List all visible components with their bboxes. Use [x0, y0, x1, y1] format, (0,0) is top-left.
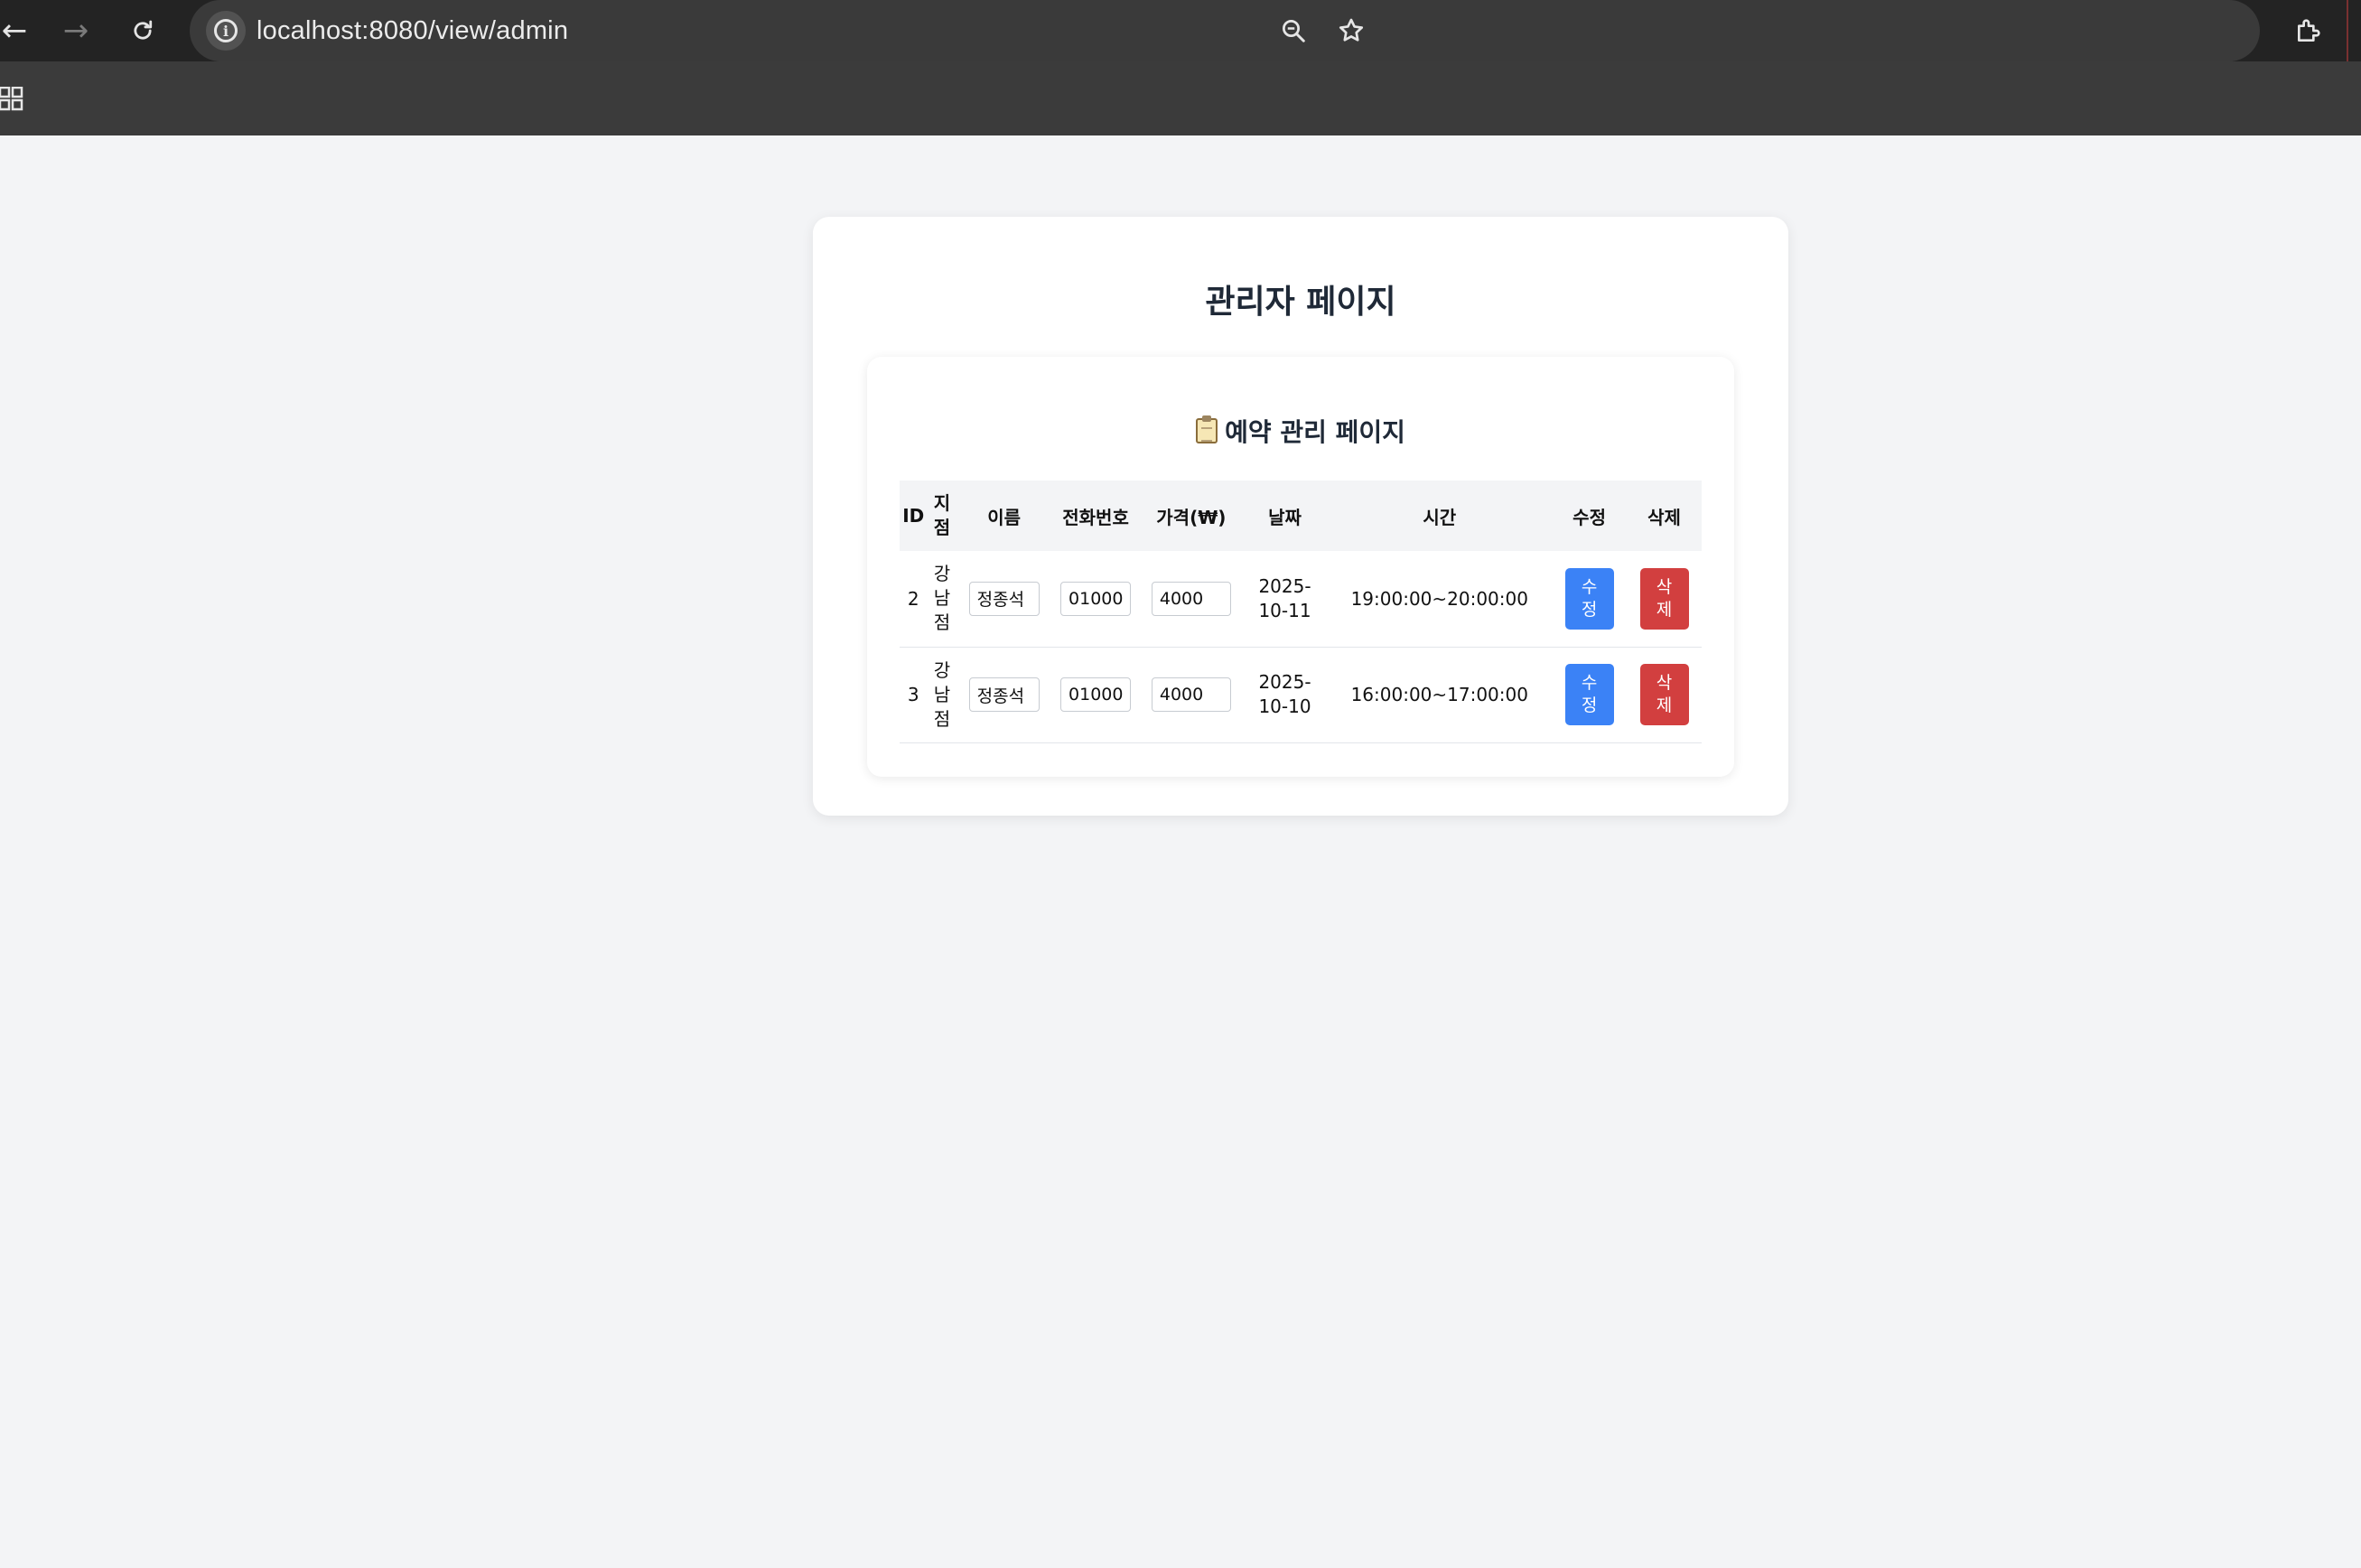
header-id: ID [902, 505, 925, 527]
phone-input[interactable] [1060, 581, 1132, 616]
cell-branch: 강남점 [927, 647, 957, 743]
page-title: 관리자 페이지 [1205, 284, 1396, 321]
apps-grid-icon[interactable] [0, 86, 23, 112]
reservation-panel: 예약 관리 페이지 ID 지점 이름 전화번호 가격(₩) 날짜 시간 수정 삭… [867, 357, 1734, 777]
delete-button[interactable]: 삭제 [1639, 664, 1689, 725]
delete-button[interactable]: 삭제 [1639, 567, 1689, 630]
forward-arrow-icon[interactable]: → [56, 11, 96, 51]
cell-id: 3 [900, 647, 928, 743]
cell-time: 16:00:00~17:00:00 [1327, 647, 1553, 743]
edit-button[interactable]: 수정 [1564, 567, 1614, 630]
section-title: 예약 관리 페이지 [867, 413, 1734, 449]
header-date: 날짜 [1268, 506, 1302, 528]
browser-toolbar: ← → i localhost:8080/view/admin [0, 0, 2361, 61]
zoom-icon[interactable] [1274, 11, 1313, 51]
bookmarks-bar [0, 61, 2361, 135]
reservation-table: ID 지점 이름 전화번호 가격(₩) 날짜 시간 수정 삭제 2 강남점 정종… [900, 481, 1702, 743]
name-input[interactable] [968, 581, 1040, 616]
table-row: 2 강남점 2025-10-11 19:00:00~20:00:00 수정 삭제 [900, 551, 1702, 648]
table-row: 3 강남점 2025-10-10 16:00:00~17:00:00 수정 삭제 [900, 647, 1702, 743]
cell-time: 19:00:00~20:00:00 [1327, 551, 1553, 648]
cell-date: 2025-10-11 [1242, 551, 1328, 648]
address-bar[interactable]: i localhost:8080/view/admin [190, 0, 2260, 61]
phone-input[interactable] [1060, 677, 1132, 712]
extensions-icon[interactable] [2289, 11, 2328, 51]
clipboard-icon [1196, 415, 1218, 443]
cell-id: 2 [900, 551, 928, 648]
profile-edge[interactable] [2347, 0, 2361, 61]
cell-date: 2025-10-10 [1242, 647, 1328, 743]
header-name: 이름 [987, 506, 1022, 528]
header-phone: 전화번호 [1062, 506, 1129, 528]
header-delete: 삭제 [1647, 506, 1681, 528]
header-edit: 수정 [1572, 506, 1606, 528]
header-price: 가격(₩) [1156, 506, 1227, 528]
table-header-row: ID 지점 이름 전화번호 가격(₩) 날짜 시간 수정 삭제 [900, 481, 1702, 551]
name-input[interactable] [968, 677, 1040, 712]
url-text[interactable]: localhost:8080/view/admin [257, 0, 568, 61]
back-arrow-icon[interactable]: ← [0, 11, 34, 51]
admin-card: 관리자 페이지 예약 관리 페이지 ID 지점 이름 전화번호 가격(₩) 날짜… [813, 217, 1788, 816]
edit-button[interactable]: 수정 [1564, 664, 1614, 725]
bookmark-star-icon[interactable] [1331, 11, 1371, 51]
site-info-icon[interactable]: i [206, 11, 246, 51]
reload-icon[interactable] [123, 11, 163, 51]
header-time: 시간 [1423, 506, 1457, 528]
price-input[interactable] [1151, 677, 1231, 712]
header-branch: 지점 [933, 492, 951, 538]
price-input[interactable] [1151, 581, 1231, 616]
cell-branch: 강남점 [927, 551, 957, 648]
section-title-text: 예약 관리 페이지 [1225, 417, 1405, 447]
